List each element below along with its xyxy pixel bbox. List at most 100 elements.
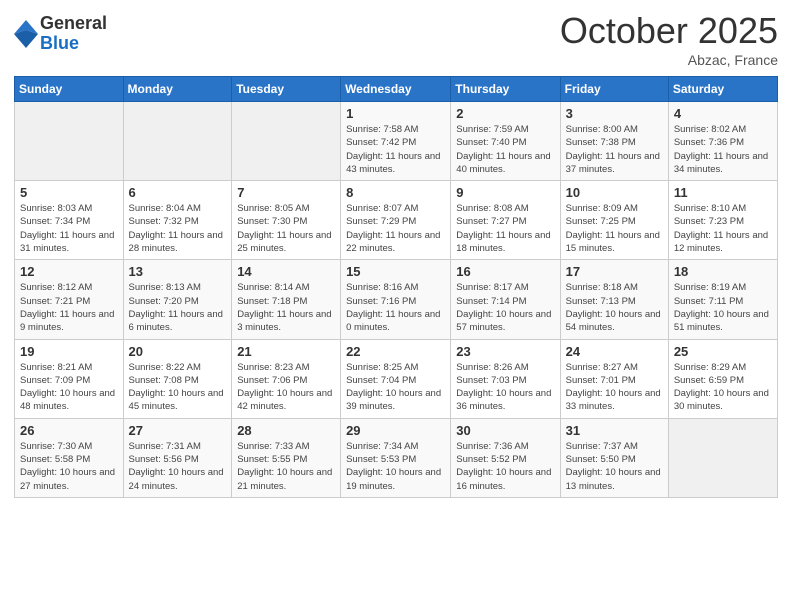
day-info: Sunrise: 8:18 AMSunset: 7:13 PMDaylight:… [566,281,663,334]
day-info: Sunrise: 7:58 AMSunset: 7:42 PMDaylight:… [346,123,445,176]
day-info: Sunrise: 8:02 AMSunset: 7:36 PMDaylight:… [674,123,772,176]
day-number: 19 [20,344,118,359]
day-info: Sunrise: 8:14 AMSunset: 7:18 PMDaylight:… [237,281,335,334]
day-number: 4 [674,106,772,121]
calendar-cell: 25 Sunrise: 8:29 AMSunset: 6:59 PMDayligh… [668,339,777,418]
calendar-cell [668,418,777,497]
calendar-cell [123,102,232,181]
day-number: 14 [237,264,335,279]
calendar-week-3: 12Sunrise: 8:12 AMSunset: 7:21 PMDayligh… [15,260,778,339]
day-number: 26 [20,423,118,438]
day-info: Sunrise: 8:04 AMSunset: 7:32 PMDaylight:… [129,202,227,255]
logo-general: General [40,14,107,34]
header-wednesday: Wednesday [341,77,451,102]
day-info: Sunrise: 8:17 AMSunset: 7:14 PMDaylight:… [456,281,554,334]
calendar-cell: 20Sunrise: 8:22 AMSunset: 7:08 PMDayligh… [123,339,232,418]
day-number: 9 [456,185,554,200]
calendar-cell: 11 Sunrise: 8:10 AMSunset: 7:23 PMDayligh… [668,181,777,260]
day-info: Sunrise: 8:23 AMSunset: 7:06 PMDaylight:… [237,361,335,414]
calendar-cell: 17Sunrise: 8:18 AMSunset: 7:13 PMDayligh… [560,260,668,339]
day-number: 23 [456,344,554,359]
header: General Blue October 2025 Abzac, France [14,10,778,68]
day-info: Sunrise: 7:37 AMSunset: 5:50 PMDaylight:… [566,440,663,493]
day-number: 24 [566,344,663,359]
calendar-week-1: 1 Sunrise: 7:58 AMSunset: 7:42 PMDaylight… [15,102,778,181]
day-number: 10 [566,185,663,200]
day-info: Sunrise: 7:31 AMSunset: 5:56 PMDaylight:… [129,440,227,493]
day-number: 6 [129,185,227,200]
day-info: Sunrise: 7:30 AMSunset: 5:58 PMDaylight:… [20,440,118,493]
calendar-cell: 27 Sunrise: 7:31 AMSunset: 5:56 PMDayligh… [123,418,232,497]
day-info: Sunrise: 8:26 AMSunset: 7:03 PMDaylight:… [456,361,554,414]
calendar-cell: 30Sunrise: 7:36 AMSunset: 5:52 PMDayligh… [451,418,560,497]
calendar-cell: 2Sunrise: 7:59 AMSunset: 7:40 PMDaylight… [451,102,560,181]
day-number: 21 [237,344,335,359]
calendar-cell: 13Sunrise: 8:13 AMSunset: 7:20 PMDayligh… [123,260,232,339]
day-info: Sunrise: 8:19 AMSunset: 7:11 PMDaylight:… [674,281,772,334]
month-title: October 2025 [560,10,778,52]
day-number: 27 [129,423,227,438]
calendar: Sunday Monday Tuesday Wednesday Thursday… [14,76,778,498]
calendar-cell: 24 Sunrise: 8:27 AMSunset: 7:01 PMDayligh… [560,339,668,418]
day-number: 29 [346,423,445,438]
day-number: 18 [674,264,772,279]
calendar-cell: 18 Sunrise: 8:19 AMSunset: 7:11 PMDayligh… [668,260,777,339]
day-number: 16 [456,264,554,279]
logo: General Blue [14,14,107,54]
day-number: 11 [674,185,772,200]
day-number: 28 [237,423,335,438]
title-block: October 2025 Abzac, France [560,10,778,68]
day-number: 3 [566,106,663,121]
logo-icon [14,20,38,48]
day-info: Sunrise: 8:21 AMSunset: 7:09 PMDaylight:… [20,361,118,414]
calendar-cell: 12Sunrise: 8:12 AMSunset: 7:21 PMDayligh… [15,260,124,339]
calendar-cell [232,102,341,181]
day-info: Sunrise: 8:00 AMSunset: 7:38 PMDaylight:… [566,123,663,176]
calendar-cell: 15 Sunrise: 8:16 AMSunset: 7:16 PMDayligh… [341,260,451,339]
day-number: 8 [346,185,445,200]
calendar-cell: 6 Sunrise: 8:04 AMSunset: 7:32 PMDaylight… [123,181,232,260]
calendar-cell: 28 Sunrise: 7:33 AMSunset: 5:55 PMDayligh… [232,418,341,497]
logo-blue: Blue [40,34,107,54]
day-info: Sunrise: 8:03 AMSunset: 7:34 PMDaylight:… [20,202,118,255]
calendar-cell: 10 Sunrise: 8:09 AMSunset: 7:25 PMDayligh… [560,181,668,260]
calendar-cell: 22 Sunrise: 8:25 AMSunset: 7:04 PMDayligh… [341,339,451,418]
day-number: 25 [674,344,772,359]
day-number: 22 [346,344,445,359]
day-info: Sunrise: 7:33 AMSunset: 5:55 PMDaylight:… [237,440,335,493]
location: Abzac, France [560,52,778,68]
header-friday: Friday [560,77,668,102]
calendar-cell: 4 Sunrise: 8:02 AMSunset: 7:36 PMDaylight… [668,102,777,181]
calendar-cell: 16 Sunrise: 8:17 AMSunset: 7:14 PMDayligh… [451,260,560,339]
day-info: Sunrise: 8:09 AMSunset: 7:25 PMDaylight:… [566,202,663,255]
day-number: 5 [20,185,118,200]
day-number: 15 [346,264,445,279]
day-info: Sunrise: 8:05 AMSunset: 7:30 PMDaylight:… [237,202,335,255]
header-monday: Monday [123,77,232,102]
day-info: Sunrise: 8:22 AMSunset: 7:08 PMDaylight:… [129,361,227,414]
header-tuesday: Tuesday [232,77,341,102]
day-info: Sunrise: 8:08 AMSunset: 7:27 PMDaylight:… [456,202,554,255]
day-info: Sunrise: 8:27 AMSunset: 7:01 PMDaylight:… [566,361,663,414]
header-thursday: Thursday [451,77,560,102]
calendar-cell: 21 Sunrise: 8:23 AMSunset: 7:06 PMDayligh… [232,339,341,418]
day-number: 2 [456,106,554,121]
day-number: 12 [20,264,118,279]
calendar-cell: 9 Sunrise: 8:08 AMSunset: 7:27 PMDaylight… [451,181,560,260]
calendar-week-5: 26 Sunrise: 7:30 AMSunset: 5:58 PMDayligh… [15,418,778,497]
calendar-cell: 8 Sunrise: 8:07 AMSunset: 7:29 PMDaylight… [341,181,451,260]
day-header-row: Sunday Monday Tuesday Wednesday Thursday… [15,77,778,102]
calendar-cell [15,102,124,181]
day-info: Sunrise: 8:10 AMSunset: 7:23 PMDaylight:… [674,202,772,255]
day-info: Sunrise: 8:16 AMSunset: 7:16 PMDaylight:… [346,281,445,334]
calendar-cell: 7Sunrise: 8:05 AMSunset: 7:30 PMDaylight… [232,181,341,260]
day-info: Sunrise: 8:07 AMSunset: 7:29 PMDaylight:… [346,202,445,255]
calendar-cell: 5 Sunrise: 8:03 AMSunset: 7:34 PMDaylight… [15,181,124,260]
page: General Blue October 2025 Abzac, France … [0,0,792,612]
day-info: Sunrise: 8:29 AMSunset: 6:59 PMDaylight:… [674,361,772,414]
day-number: 1 [346,106,445,121]
calendar-cell: 26 Sunrise: 7:30 AMSunset: 5:58 PMDayligh… [15,418,124,497]
day-info: Sunrise: 8:25 AMSunset: 7:04 PMDaylight:… [346,361,445,414]
day-info: Sunrise: 7:34 AMSunset: 5:53 PMDaylight:… [346,440,445,493]
day-info: Sunrise: 8:13 AMSunset: 7:20 PMDaylight:… [129,281,227,334]
